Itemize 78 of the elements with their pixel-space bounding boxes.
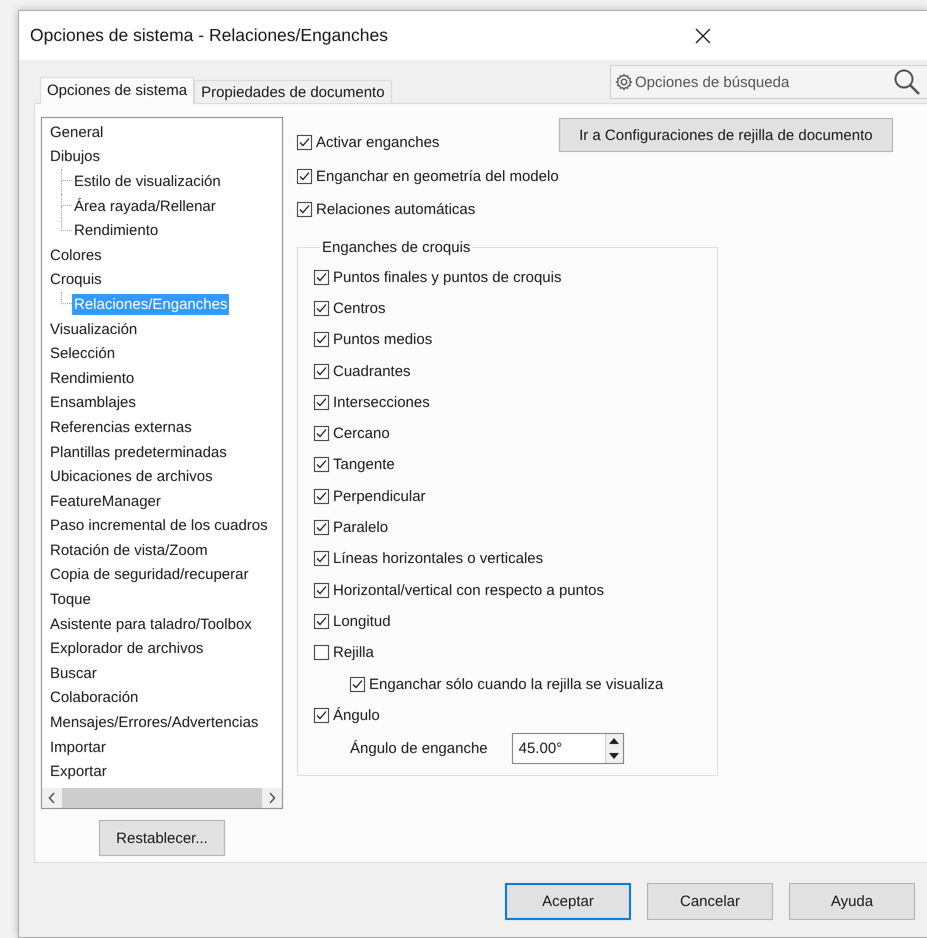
tree-item[interactable]: Ubicaciones de archivos [48,466,215,488]
checkbox[interactable] [314,645,329,660]
tree-item[interactable]: Referencias externas [48,416,194,438]
tree-item[interactable]: General [48,122,106,143]
tree-item[interactable]: Colores [48,244,104,266]
checkbox[interactable] [297,202,312,218]
tree-item[interactable]: Exportar [48,761,109,782]
checkbox-label: Ángulo [333,706,380,724]
tree-item[interactable]: FeatureManager [48,490,163,512]
checkbox-label: Enganchar sólo cuando la rejilla se visualiza [369,676,664,692]
checkbox-label: Cuadrantes [333,362,411,380]
tree-item[interactable]: Área rayada/Rellenar [72,196,218,217]
checkbox-label: Puntos medios [333,331,432,348]
search-field[interactable]: Opciones de búsqueda [633,74,893,90]
window-title: Opciones de sistema - Relaciones/Enganches [30,25,389,46]
tree-item[interactable]: Toque [48,589,93,610]
angle-spin-box[interactable]: 45.00° [512,732,624,764]
checkbox[interactable] [314,488,329,504]
checkbox-label: Líneas horizontales o verticales [333,550,544,568]
checkbox-label: Cercano [333,425,390,442]
tree-item[interactable]: Copia de seguridad/recuperar [48,564,250,586]
tree-item[interactable]: Paso incremental de los cuadros [48,515,270,536]
tree-item[interactable]: Explorador de archivos [48,638,206,660]
checkbox-label: Horizontal/vertical con respecto a puntos [333,582,604,599]
checkbox-label: Centros [333,300,386,317]
tree-item[interactable]: Plantillas predeterminadas [48,442,229,463]
tree-item[interactable]: Selección [48,343,118,364]
dialog-button[interactable]: Cancelar [647,883,773,920]
checkbox[interactable] [314,614,329,629]
tree-item[interactable]: Rotación de vista/Zoom [48,540,210,561]
tree-item[interactable]: Ensamblajes [48,392,138,414]
checkbox[interactable] [314,520,329,536]
checkbox[interactable] [314,551,329,566]
checkbox-label: Paralelo [333,519,388,536]
checkbox[interactable] [297,135,312,150]
checkbox[interactable] [314,300,329,316]
checkbox-label: Longitud [333,612,391,630]
tree-item[interactable]: Croquis [48,269,104,290]
tree-item[interactable]: Colaboración [48,687,140,708]
checkbox-label: Relaciones automáticas [316,201,476,218]
angle-field[interactable]: 45.00° [512,734,605,763]
tree-item[interactable]: Buscar [48,662,99,684]
tree-item[interactable]: Rendimiento [72,220,160,242]
checkbox-label: Tangente [333,456,395,474]
tree-item[interactable]: Importar [48,736,108,758]
checkbox-label: Activar enganches [316,134,440,152]
search-box[interactable]: Opciones de búsqueda [610,65,927,99]
checkbox-label: Enganchar en geometría del modelo [316,168,559,185]
group-title: Enganches de croquis [321,238,472,256]
checkbox[interactable] [314,582,329,598]
checkbox[interactable] [314,270,329,285]
field-label: Ángulo de enganche [350,740,488,757]
checkbox-label: Puntos finales y puntos de croquis [333,268,562,286]
horizontal-scrollbar[interactable] [42,788,282,808]
tab[interactable]: Opciones de sistema [40,77,194,104]
checkbox[interactable] [314,394,329,410]
checkbox[interactable] [297,168,312,184]
checkbox-label: Intersecciones [333,394,430,411]
tree-item[interactable]: Asistente para taladro/Toolbox [48,614,254,635]
checkbox-label: Perpendicular [333,488,426,505]
tree-item[interactable]: Dibujos [48,146,102,168]
tab[interactable]: Propiedades de documento [194,80,392,103]
tree-item[interactable]: Visualización [48,318,140,340]
checkbox[interactable] [350,676,365,692]
checkbox[interactable] [314,364,329,379]
tree-item[interactable]: Mensajes/Errores/Advertencias [48,712,260,734]
gear-icon [615,73,633,91]
checkbox[interactable] [314,426,329,442]
reset-button[interactable]: Restablecer... [99,820,225,856]
checkbox[interactable] [314,332,329,348]
dialog-button[interactable]: Aceptar [505,883,631,920]
checkbox-label: Rejilla [333,644,374,662]
checkbox[interactable] [314,457,329,472]
checkbox[interactable] [314,708,329,723]
grid-settings-button[interactable]: Ir a Configuraciones de rejilla de documento [558,118,893,152]
tree-item[interactable]: Estilo de visualización [72,170,223,192]
dialog-button[interactable]: Ayuda [789,883,915,920]
tree-item[interactable]: Rendimiento [48,368,136,389]
